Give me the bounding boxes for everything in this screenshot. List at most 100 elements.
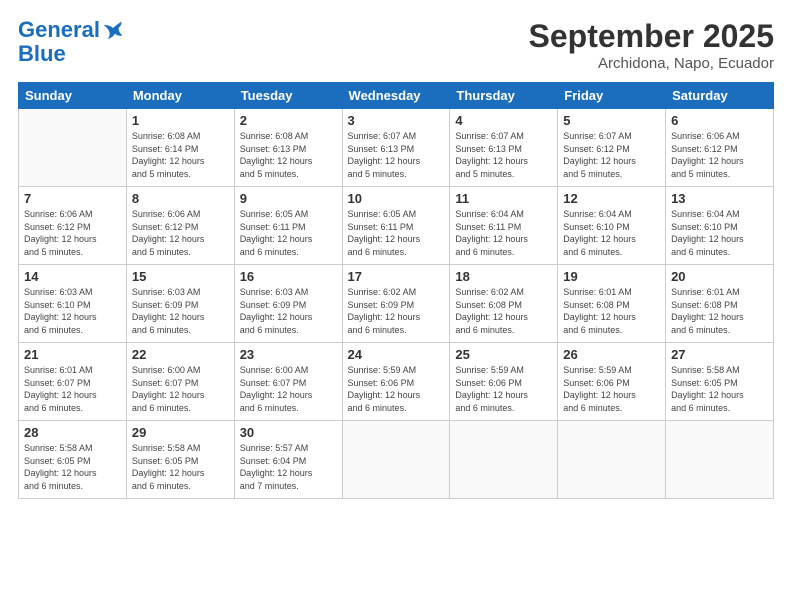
calendar-cell: 5Sunrise: 6:07 AMSunset: 6:12 PMDaylight… [558, 109, 666, 187]
day-number: 2 [240, 113, 337, 128]
day-number: 25 [455, 347, 552, 362]
day-number: 14 [24, 269, 121, 284]
day-number: 17 [348, 269, 445, 284]
day-header-tuesday: Tuesday [234, 83, 342, 109]
day-info: Sunrise: 6:02 AMSunset: 6:08 PMDaylight:… [455, 286, 552, 336]
day-info: Sunrise: 6:06 AMSunset: 6:12 PMDaylight:… [132, 208, 229, 258]
calendar-cell: 16Sunrise: 6:03 AMSunset: 6:09 PMDayligh… [234, 265, 342, 343]
day-info: Sunrise: 6:01 AMSunset: 6:08 PMDaylight:… [563, 286, 660, 336]
calendar-cell: 12 Sunrise: 6:04 AMSunset: 6:10 PMDayligh… [558, 187, 666, 265]
calendar-week-row: 14Sunrise: 6:03 AMSunset: 6:10 PMDayligh… [19, 265, 774, 343]
day-info: Sunrise: 5:58 AMSunset: 6:05 PMDaylight:… [671, 364, 768, 414]
day-info: Sunrise: 6:04 AMSunset: 6:10 PMDaylight:… [563, 208, 660, 258]
day-info: Sunrise: 6:05 AMSunset: 6:11 PMDaylight:… [240, 208, 337, 258]
calendar-week-row: 7Sunrise: 6:06 AMSunset: 6:12 PMDaylight… [19, 187, 774, 265]
calendar-cell [19, 109, 127, 187]
calendar-cell: 6 Sunrise: 6:06 AMSunset: 6:12 PMDaylight… [666, 109, 774, 187]
title-block: September 2025 Archidona, Napo, Ecuador [529, 18, 774, 72]
day-number: 26 [563, 347, 660, 362]
day-info: Sunrise: 6:07 AMSunset: 6:12 PMDaylight:… [563, 130, 660, 180]
day-info: Sunrise: 6:06 AMSunset: 6:12 PMDaylight:… [671, 130, 768, 180]
calendar-cell [342, 421, 450, 499]
calendar-cell: 25 Sunrise: 5:59 AMSunset: 6:06 PMDayligh… [450, 343, 558, 421]
day-number: 4 [455, 113, 552, 128]
day-number: 23 [240, 347, 337, 362]
calendar-cell: 29Sunrise: 5:58 AMSunset: 6:05 PMDayligh… [126, 421, 234, 499]
calendar-cell: 1 Sunrise: 6:08 AMSunset: 6:14 PMDaylight… [126, 109, 234, 187]
day-info: Sunrise: 6:02 AMSunset: 6:09 PMDaylight:… [348, 286, 445, 336]
day-info: Sunrise: 6:07 AMSunset: 6:13 PMDaylight:… [455, 130, 552, 180]
logo-bird-icon [102, 19, 124, 41]
day-info: Sunrise: 6:04 AMSunset: 6:10 PMDaylight:… [671, 208, 768, 258]
day-info: Sunrise: 6:01 AMSunset: 6:07 PMDaylight:… [24, 364, 121, 414]
day-info: Sunrise: 6:08 AMSunset: 6:14 PMDaylight:… [132, 130, 229, 180]
calendar-cell: 11Sunrise: 6:04 AMSunset: 6:11 PMDayligh… [450, 187, 558, 265]
calendar-week-row: 1 Sunrise: 6:08 AMSunset: 6:14 PMDaylight… [19, 109, 774, 187]
day-header-wednesday: Wednesday [342, 83, 450, 109]
calendar-cell: 30 Sunrise: 5:57 AMSunset: 6:04 PMDayligh… [234, 421, 342, 499]
calendar-cell: 7Sunrise: 6:06 AMSunset: 6:12 PMDaylight… [19, 187, 127, 265]
day-number: 24 [348, 347, 445, 362]
day-number: 20 [671, 269, 768, 284]
day-number: 28 [24, 425, 121, 440]
calendar-cell: 23Sunrise: 6:00 AMSunset: 6:07 PMDayligh… [234, 343, 342, 421]
day-number: 12 [563, 191, 660, 206]
day-number: 18 [455, 269, 552, 284]
day-number: 15 [132, 269, 229, 284]
day-header-thursday: Thursday [450, 83, 558, 109]
calendar-cell: 14Sunrise: 6:03 AMSunset: 6:10 PMDayligh… [19, 265, 127, 343]
day-info: Sunrise: 6:07 AMSunset: 6:13 PMDaylight:… [348, 130, 445, 180]
calendar-cell [450, 421, 558, 499]
day-header-monday: Monday [126, 83, 234, 109]
calendar-cell: 9Sunrise: 6:05 AMSunset: 6:11 PMDaylight… [234, 187, 342, 265]
logo-blue-text: Blue [18, 42, 124, 66]
calendar-cell: 24 Sunrise: 5:59 AMSunset: 6:06 PMDayligh… [342, 343, 450, 421]
calendar-cell [666, 421, 774, 499]
calendar-cell: 26 Sunrise: 5:59 AMSunset: 6:06 PMDayligh… [558, 343, 666, 421]
calendar-cell: 8 Sunrise: 6:06 AMSunset: 6:12 PMDaylight… [126, 187, 234, 265]
calendar-cell: 3 Sunrise: 6:07 AMSunset: 6:13 PMDaylight… [342, 109, 450, 187]
day-header-friday: Friday [558, 83, 666, 109]
day-number: 8 [132, 191, 229, 206]
day-info: Sunrise: 5:57 AMSunset: 6:04 PMDaylight:… [240, 442, 337, 492]
page: General Blue September 2025 Archidona, N… [0, 0, 792, 612]
day-header-sunday: Sunday [19, 83, 127, 109]
calendar-cell: 4 Sunrise: 6:07 AMSunset: 6:13 PMDaylight… [450, 109, 558, 187]
day-number: 22 [132, 347, 229, 362]
calendar-cell: 28 Sunrise: 5:58 AMSunset: 6:05 PMDayligh… [19, 421, 127, 499]
day-number: 10 [348, 191, 445, 206]
day-info: Sunrise: 5:58 AMSunset: 6:05 PMDaylight:… [24, 442, 121, 492]
location: Archidona, Napo, Ecuador [529, 55, 774, 72]
calendar-cell: 18 Sunrise: 6:02 AMSunset: 6:08 PMDayligh… [450, 265, 558, 343]
day-info: Sunrise: 6:06 AMSunset: 6:12 PMDaylight:… [24, 208, 121, 258]
day-info: Sunrise: 5:59 AMSunset: 6:06 PMDaylight:… [563, 364, 660, 414]
calendar-cell: 15Sunrise: 6:03 AMSunset: 6:09 PMDayligh… [126, 265, 234, 343]
day-number: 21 [24, 347, 121, 362]
header: General Blue September 2025 Archidona, N… [18, 18, 774, 72]
day-number: 16 [240, 269, 337, 284]
calendar: SundayMondayTuesdayWednesdayThursdayFrid… [18, 82, 774, 499]
calendar-cell: 17 Sunrise: 6:02 AMSunset: 6:09 PMDayligh… [342, 265, 450, 343]
day-number: 30 [240, 425, 337, 440]
day-info: Sunrise: 5:59 AMSunset: 6:06 PMDaylight:… [348, 364, 445, 414]
calendar-week-row: 28 Sunrise: 5:58 AMSunset: 6:05 PMDayligh… [19, 421, 774, 499]
day-number: 1 [132, 113, 229, 128]
day-number: 6 [671, 113, 768, 128]
day-info: Sunrise: 6:01 AMSunset: 6:08 PMDaylight:… [671, 286, 768, 336]
day-number: 11 [455, 191, 552, 206]
calendar-header-row: SundayMondayTuesdayWednesdayThursdayFrid… [19, 83, 774, 109]
day-number: 27 [671, 347, 768, 362]
day-header-saturday: Saturday [666, 83, 774, 109]
logo-text: General [18, 18, 100, 42]
calendar-cell: 13 Sunrise: 6:04 AMSunset: 6:10 PMDayligh… [666, 187, 774, 265]
calendar-cell: 21 Sunrise: 6:01 AMSunset: 6:07 PMDayligh… [19, 343, 127, 421]
month-title: September 2025 [529, 18, 774, 55]
calendar-cell: 10Sunrise: 6:05 AMSunset: 6:11 PMDayligh… [342, 187, 450, 265]
calendar-cell: 22Sunrise: 6:00 AMSunset: 6:07 PMDayligh… [126, 343, 234, 421]
day-number: 13 [671, 191, 768, 206]
day-number: 3 [348, 113, 445, 128]
day-number: 19 [563, 269, 660, 284]
logo: General Blue [18, 18, 124, 66]
day-info: Sunrise: 5:59 AMSunset: 6:06 PMDaylight:… [455, 364, 552, 414]
calendar-week-row: 21 Sunrise: 6:01 AMSunset: 6:07 PMDayligh… [19, 343, 774, 421]
